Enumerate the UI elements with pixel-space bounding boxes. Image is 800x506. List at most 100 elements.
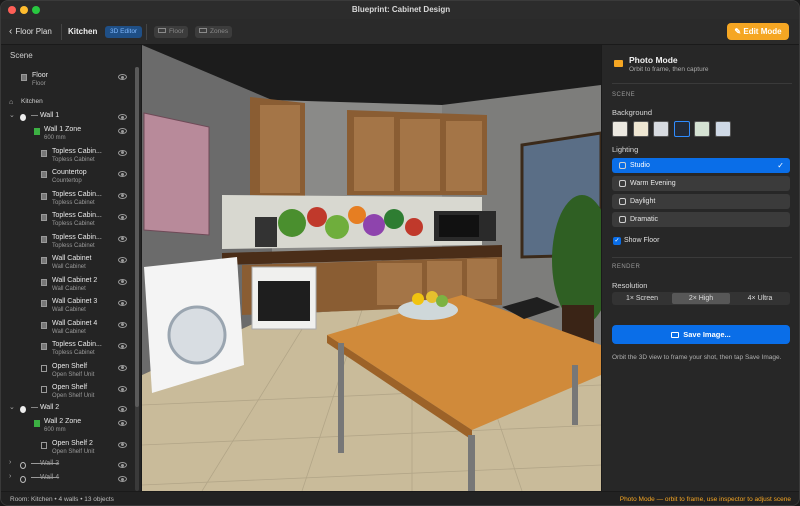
help-text: Orbit the 3D view to frame your shot, th… [612,354,782,361]
tree-item-shelf[interactable]: Open Shelf Open Shelf Unit [1,362,131,382]
eye-icon[interactable] [118,300,127,306]
eye-icon[interactable] [118,343,127,349]
tree-item-sub: Topless Cabinet [52,221,95,227]
wall-art [144,113,209,235]
eye-icon[interactable] [118,171,127,177]
chevron-down-icon[interactable]: ⌄ [9,111,15,119]
inspector-title: Photo Mode [629,55,678,65]
eye-icon[interactable] [118,420,127,426]
tree-item-wall-3[interactable]: › — Wall 3 [1,459,131,471]
tree-item-wall-2[interactable]: ⌄ — Wall 2 [1,403,131,415]
status-bar: Room: Kitchen • 4 walls • 13 objects Pho… [1,491,799,505]
wall-hidden-ring-icon [20,476,26,483]
edit-mode-button[interactable]: ✎ Edit Mode [727,23,789,40]
lighting-option[interactable]: Daylight [612,194,790,209]
tree-item-floor[interactable]: Floor Floor [1,71,131,89]
tree-item-cabinet[interactable]: Topless Cabin... Topless Cabinet [1,211,131,231]
background-swatch[interactable] [632,121,649,137]
zone-icon [34,128,40,135]
eye-icon[interactable] [118,214,127,220]
lighting-option[interactable]: Warm Evening [612,176,790,191]
minimize-window-button[interactable] [20,6,28,14]
eye-icon[interactable] [118,462,127,468]
cabinet-icon [41,171,47,178]
eye-icon[interactable] [118,149,127,156]
3d-viewport[interactable] [142,45,601,491]
background-swatch[interactable] [653,121,669,137]
show-floor-checkbox[interactable]: ✓ [613,237,621,245]
cabinet-door [446,121,482,191]
edit-mode-label: Edit Mode [743,27,782,36]
eye-icon[interactable] [118,114,127,120]
chevron-down-icon[interactable]: ⌄ [9,403,15,411]
lighting-icon [619,162,626,169]
eye-icon[interactable] [118,278,127,285]
oven-window [258,281,310,321]
tree-item-cabinet[interactable]: Wall Cabinet 4 Wall Cabinet [1,319,131,339]
eye-icon[interactable] [118,441,127,448]
tree-item-cabinet[interactable]: Wall Cabinet Wall Cabinet [1,254,131,274]
camera-icon [614,60,623,67]
tree-item-cabinet[interactable]: Topless Cabin... Topless Cabinet [1,340,131,360]
tree-item-sub: Floor [32,81,46,87]
fruit [436,295,448,307]
background-swatch[interactable] [612,121,628,137]
scene-sidebar: Scene Floor Floor ⌂ Kitchen ⌄ — Wall 1 W… [1,45,142,491]
resolution-option[interactable]: 1× Screen [613,293,671,304]
tree-item-cabinet[interactable]: Topless Cabin... Topless Cabinet [1,147,131,167]
eye-icon[interactable] [118,257,127,263]
resolution-option[interactable]: 4× Ultra [731,293,789,304]
eye-icon[interactable] [118,476,127,482]
eye-icon[interactable] [118,128,127,134]
resolution-option[interactable]: 2× High [672,293,730,304]
floor-toggle-button[interactable]: Floor [154,26,188,38]
tree-item-sub: 600 mm [44,427,66,433]
tree-item-label: Wall Cabinet 3 [52,298,98,305]
background-swatch[interactable] [714,121,731,137]
tree-item-label: Topless Cabin... [52,190,102,198]
back-label: Floor Plan [15,27,52,36]
tree-item-cabinet[interactable]: Wall Cabinet 2 Wall Cabinet [1,276,131,296]
eye-icon[interactable] [118,364,127,371]
tree-item-wall-1[interactable]: ⌄ — Wall 1 [1,111,131,123]
eye-icon[interactable] [118,74,127,80]
tree-item-cabinet[interactable]: Topless Cabin... Topless Cabinet [1,190,131,210]
tree-item-cabinet[interactable]: Countertop Countertop [1,168,131,188]
sidebar-header: Scene [10,51,33,60]
tree-item-cabinet[interactable]: Wall Cabinet 3 Wall Cabinet [1,297,131,317]
tree-item-zone[interactable]: Wall 2 Zone 600 mm [1,417,131,437]
tree-item-shelf[interactable]: Open Shelf Open Shelf Unit [1,383,131,403]
chevron-right-icon[interactable]: › [9,459,11,466]
tree-item-shelf[interactable]: Open Shelf 2 Open Shelf Unit [1,439,131,459]
table-leg [572,365,578,425]
view-mode-badge[interactable]: 3D Editor [105,26,143,38]
lighting-option[interactable]: Dramatic [612,212,790,227]
tree-item-sub: Topless Cabinet [52,156,95,163]
background-swatch[interactable] [694,121,710,137]
tree-item-wall-4[interactable]: › — Wall 4 [1,473,131,485]
zoom-window-button[interactable] [32,6,40,14]
cabinet-door [400,119,440,191]
close-window-button[interactable] [8,6,16,14]
status-left: Room: Kitchen • 4 walls • 13 objects [10,496,114,503]
back-to-floor-plan-button[interactable]: ‹ Floor Plan [9,26,52,37]
lighting-option[interactable]: Studio ✓ [612,158,790,173]
chevron-right-icon[interactable]: › [9,473,11,480]
zones-toggle-button[interactable]: Zones [195,26,233,38]
tree-item-room[interactable]: ⌂ Kitchen [1,97,131,109]
tree-item-sub: Topless Cabinet [52,242,95,249]
eye-icon[interactable] [118,192,127,199]
tree-item-cabinet[interactable]: Topless Cabin... Topless Cabinet [1,233,131,253]
eye-icon[interactable] [118,321,127,328]
tree-item-sub: Topless Cabinet [52,199,95,206]
background-swatch[interactable] [673,121,690,137]
chevron-left-icon: ‹ [9,26,13,37]
tree-item-label: Open Shelf [52,362,88,370]
save-image-button[interactable]: Save Image... [612,325,790,344]
eye-icon[interactable] [118,406,127,412]
sidebar-scrollbar-thumb[interactable] [135,67,139,407]
eye-icon[interactable] [118,235,127,242]
tree-item-zone[interactable]: Wall 1 Zone 600 mm [1,125,131,145]
floor-toggle-label: Floor [169,28,184,35]
eye-icon[interactable] [118,386,127,392]
